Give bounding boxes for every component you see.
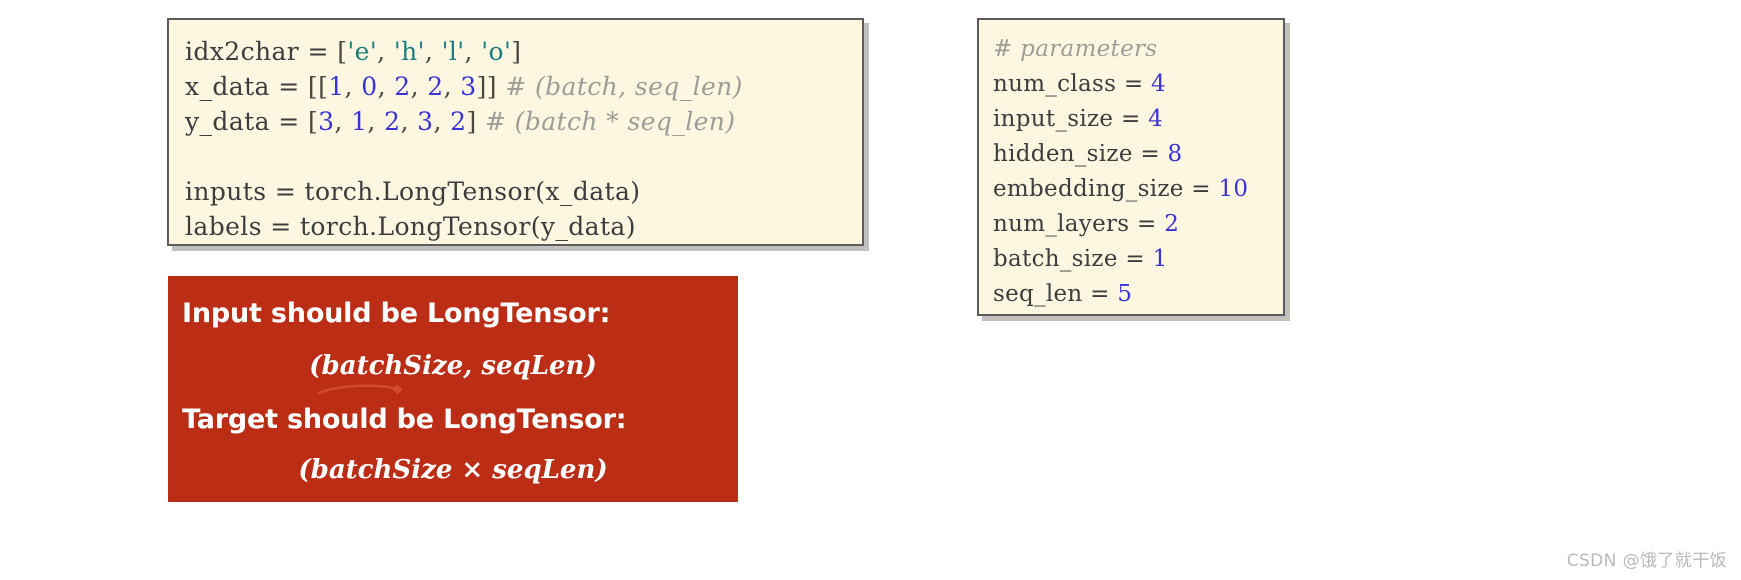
- callout-longtensor-requirement: Input should be LongTensor: (batchSize, …: [168, 276, 738, 502]
- code-token: x_data: [185, 72, 279, 101]
- code-token: 4: [1151, 71, 1166, 97]
- code-token: 2: [427, 72, 444, 101]
- code-token: 1: [1152, 246, 1168, 272]
- code-token: 8: [1167, 141, 1183, 167]
- code-token: ,: [400, 107, 418, 136]
- code-token: =: [278, 72, 308, 101]
- csdn-watermark: CSDN @饿了就干饭: [1566, 551, 1727, 571]
- code-token: batch_size: [993, 246, 1126, 272]
- code-line-labels: labels = torch.LongTensor(y_data): [185, 209, 862, 244]
- code-line-comment-parameters: # parameters: [993, 32, 1283, 67]
- code-token: 0: [361, 72, 378, 101]
- code-token: num_class: [993, 71, 1124, 97]
- code-token: 'l': [441, 37, 465, 66]
- code-token: 2: [450, 107, 467, 136]
- code-token: ,: [424, 37, 442, 66]
- code-token: ]: [466, 107, 485, 136]
- code-line-x_data: x_data = [[1, 0, 2, 2, 3]] # (batch, seq…: [185, 69, 862, 104]
- code-token: y_data: [185, 107, 279, 136]
- code-token: ,: [377, 72, 395, 101]
- code-line-idx2char: idx2char = ['e', 'h', 'l', 'o']: [185, 34, 862, 69]
- code-token: 2: [394, 72, 411, 101]
- code-token: ,: [334, 107, 352, 136]
- code-token: =: [1123, 71, 1151, 97]
- code-line-num_class: num_class = 4: [993, 67, 1283, 102]
- code-token: =: [278, 107, 308, 136]
- code-line-hidden_size: hidden_size = 8: [993, 137, 1283, 172]
- code-token: =: [274, 177, 305, 206]
- code-token: ,: [464, 37, 482, 66]
- code-line-inputs: inputs = torch.LongTensor(x_data): [185, 174, 862, 209]
- code-token: seq_len: [993, 281, 1091, 307]
- code-token: =: [1120, 106, 1149, 132]
- code-token: # (batch, seq_len): [505, 72, 743, 101]
- code-token: =: [270, 212, 300, 241]
- code-token: =: [1090, 281, 1118, 307]
- code-token: num_layers: [993, 211, 1138, 237]
- code-token: 'o': [481, 37, 512, 66]
- code-token: # (batch * seq_len): [484, 107, 736, 136]
- code-token: 3: [460, 72, 477, 101]
- code-token: ,: [410, 72, 428, 101]
- callout-target-heading: Target should be LongTensor:: [182, 404, 627, 435]
- code-token: hidden_size: [993, 141, 1141, 167]
- code-token: ]]: [476, 72, 506, 101]
- code-token: input_size: [993, 106, 1121, 132]
- code-block-parameters: # parameters num_class = 4 input_size = 4h…: [977, 18, 1285, 316]
- code-line-y_data: y_data = [3, 1, 2, 3, 2] # (batch * seq_…: [185, 104, 862, 139]
- code-token: =: [1191, 176, 1219, 202]
- callout-input-heading: Input should be LongTensor:: [182, 298, 611, 329]
- code-token: [[: [307, 72, 329, 101]
- code-line-blank: [185, 139, 862, 174]
- code-token: [: [337, 37, 348, 66]
- ink-dot-annotation: [392, 384, 403, 395]
- code-line-batch_size: batch_size = 1: [993, 242, 1283, 277]
- code-token: ,: [344, 72, 362, 101]
- code-line-embedding_size: embedding_size = 10: [993, 172, 1283, 207]
- code-token: [: [307, 107, 319, 136]
- code-token: embedding_size: [993, 176, 1192, 202]
- code-token: inputs: [185, 177, 275, 206]
- code-token: ,: [377, 37, 394, 66]
- code-token: ,: [443, 72, 461, 101]
- code-token: 3: [318, 107, 335, 136]
- code-token: ,: [433, 107, 451, 136]
- code-token: ]: [511, 37, 522, 66]
- code-token: torch.LongTensor(x_data): [304, 177, 641, 206]
- code-line-num_layers: num_layers = 2: [993, 207, 1283, 242]
- code-token: 'e': [347, 37, 378, 66]
- code-token: 1: [328, 72, 345, 101]
- code-token: # parameters: [993, 36, 1158, 62]
- code-token: =: [1137, 211, 1165, 237]
- code-token: 5: [1117, 281, 1133, 307]
- code-token: 'h': [393, 37, 425, 66]
- callout-input-formula: (batchSize, seqLen): [309, 351, 597, 381]
- code-token: 2: [384, 107, 401, 136]
- code-token: torch.LongTensor(y_data): [299, 212, 636, 241]
- code-block-data-preparation: idx2char = ['e', 'h', 'l', 'o'] x_data = …: [167, 18, 864, 246]
- code-token: 2: [1164, 211, 1180, 237]
- code-token: =: [1140, 141, 1168, 167]
- code-token: labels: [185, 212, 271, 241]
- code-token: 4: [1148, 106, 1164, 132]
- code-token: =: [1125, 246, 1153, 272]
- callout-target-formula: (batchSize × seqLen): [298, 455, 608, 485]
- code-token: 3: [417, 107, 434, 136]
- code-line-input_size: input_size = 4: [993, 102, 1283, 137]
- code-token: ,: [367, 107, 385, 136]
- code-token: 10: [1218, 176, 1249, 202]
- code-line-seq_len: seq_len = 5: [993, 277, 1283, 312]
- code-token: =: [307, 37, 338, 66]
- code-token: idx2char: [185, 37, 308, 66]
- code-token: 1: [351, 107, 368, 136]
